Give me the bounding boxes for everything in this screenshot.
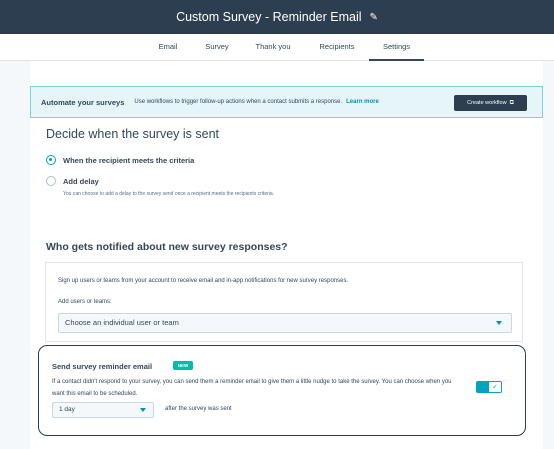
banner-description: Use workflows to trigger follow-up actio…: [134, 99, 343, 105]
radio-add-delay[interactable]: [46, 176, 56, 186]
top-bar: Custom Survey - Reminder Email ✎: [0, 0, 554, 34]
reminder-delay-value: 1 day: [59, 406, 75, 413]
send-section-heading: Decide when the survey is sent: [46, 127, 220, 141]
learn-more-link[interactable]: Learn more: [346, 99, 379, 105]
automation-banner: Automate your surveys Use workflows to t…: [30, 86, 543, 118]
tab-recipients[interactable]: Recipients: [314, 34, 360, 61]
settings-card: Automate your surveys Use workflows to t…: [30, 61, 543, 449]
tab-settings[interactable]: Settings: [369, 34, 424, 61]
users-teams-select-value: Choose an individual user or team: [65, 318, 179, 327]
content-area: Automate your surveys Use workflows to t…: [0, 61, 554, 449]
page-title: Custom Survey - Reminder Email: [176, 10, 362, 24]
add-delay-help: You can choose to add a delay to the sur…: [63, 191, 275, 197]
users-teams-select[interactable]: Choose an individual user or team: [58, 313, 512, 333]
create-workflow-button[interactable]: Create workflow ⧉: [454, 95, 527, 111]
create-workflow-label: Create workflow: [467, 100, 507, 106]
reminder-description: If a contact didn't respond to your surv…: [52, 379, 452, 397]
notify-panel: Sign up users or teams from your account…: [45, 262, 523, 342]
radio-meets-criteria[interactable]: [46, 155, 56, 165]
banner-title: Automate your surveys: [41, 97, 125, 107]
reminder-delay-suffix: after the survey was sent: [165, 406, 232, 412]
reminder-title: Send survey reminder email: [52, 362, 153, 371]
reminder-email-section: Send survey reminder email NEW If a cont…: [38, 345, 526, 436]
tab-bar: Email Survey Thank you Recipients Settin…: [0, 34, 554, 61]
check-icon: ✓: [489, 382, 501, 392]
notify-description: Sign up users or teams from your account…: [58, 278, 349, 284]
option-add-delay-label: Add delay: [63, 177, 99, 186]
users-teams-label: Add users or teams:: [58, 299, 112, 305]
notify-section-heading: Who gets notified about new survey respo…: [46, 241, 288, 253]
chevron-down-icon: [140, 408, 146, 412]
tab-email[interactable]: Email: [152, 34, 184, 61]
option-meets-criteria-label: When the recipient meets the criteria: [63, 156, 195, 165]
tab-survey[interactable]: Survey: [200, 34, 234, 61]
pencil-icon[interactable]: ✎: [370, 12, 378, 23]
tab-thank-you[interactable]: Thank you: [250, 34, 296, 61]
reminder-toggle[interactable]: ✓: [476, 381, 502, 393]
new-badge: NEW: [173, 361, 193, 370]
external-link-icon: ⧉: [509, 99, 514, 106]
reminder-delay-select[interactable]: 1 day: [52, 402, 154, 418]
chevron-down-icon: [496, 321, 502, 325]
